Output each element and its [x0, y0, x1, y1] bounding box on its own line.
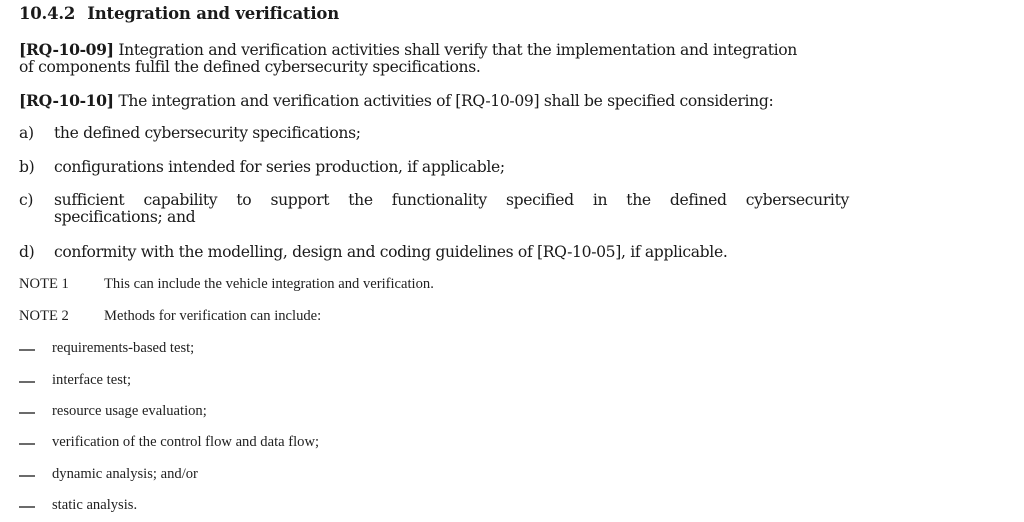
note-label: NOTE 2: [19, 308, 69, 324]
requirement-rq-10-09: [RQ-10-09] Integration and verification …: [19, 41, 797, 76]
list-item-text-line: specifications; and: [54, 208, 196, 226]
note-text: Methods for verification can include:: [104, 308, 322, 324]
document-page: 10.4.2 Integration and verification [RQ-1…: [0, 0, 1024, 522]
method-text: interface test;: [52, 372, 132, 388]
note-text: This can include the vehicle integration…: [104, 276, 434, 292]
em-dash-bullet-icon: [19, 475, 35, 477]
note-label: NOTE 1: [19, 276, 69, 292]
requirement-text: Integration and verification activities …: [113, 41, 797, 59]
requirement-id: [RQ-10-10]: [19, 91, 114, 110]
method-text: verification of the control flow and dat…: [52, 434, 320, 450]
requirement-rq-10-10: [RQ-10-10] The integration and verificat…: [19, 91, 774, 110]
em-dash-bullet-icon: [19, 381, 35, 383]
method-text: dynamic analysis; and/or: [52, 466, 198, 482]
requirement-text-continued: of components fulfil the defined cyberse…: [19, 58, 481, 76]
list-item-label: a): [19, 124, 34, 142]
list-item-text: configurations intended for series produ…: [54, 158, 505, 176]
section-number: 10.4.2: [19, 4, 76, 23]
method-text: requirements-based test;: [52, 340, 195, 356]
requirement-id: [RQ-10-09]: [19, 40, 114, 59]
section-title: Integration and verification: [87, 4, 340, 23]
em-dash-bullet-icon: [19, 412, 35, 414]
requirement-text: The integration and verification activit…: [113, 92, 774, 110]
em-dash-bullet-icon: [19, 506, 35, 508]
method-text: static analysis.: [52, 497, 138, 513]
list-item-label: d): [19, 243, 35, 261]
list-item-label: c): [19, 191, 34, 209]
list-item-text: conformity with the modelling, design an…: [54, 243, 728, 261]
list-item-text-line: sufficient capability to support the fun…: [54, 191, 849, 209]
em-dash-bullet-icon: [19, 349, 35, 351]
method-text: resource usage evaluation;: [52, 403, 207, 419]
list-item-text: the defined cybersecurity specifications…: [54, 124, 361, 142]
list-item-text: sufficient capability to support the fun…: [54, 192, 849, 226]
section-heading: 10.4.2 Integration and verification: [19, 4, 339, 23]
list-item-label: b): [19, 158, 35, 176]
em-dash-bullet-icon: [19, 443, 35, 445]
